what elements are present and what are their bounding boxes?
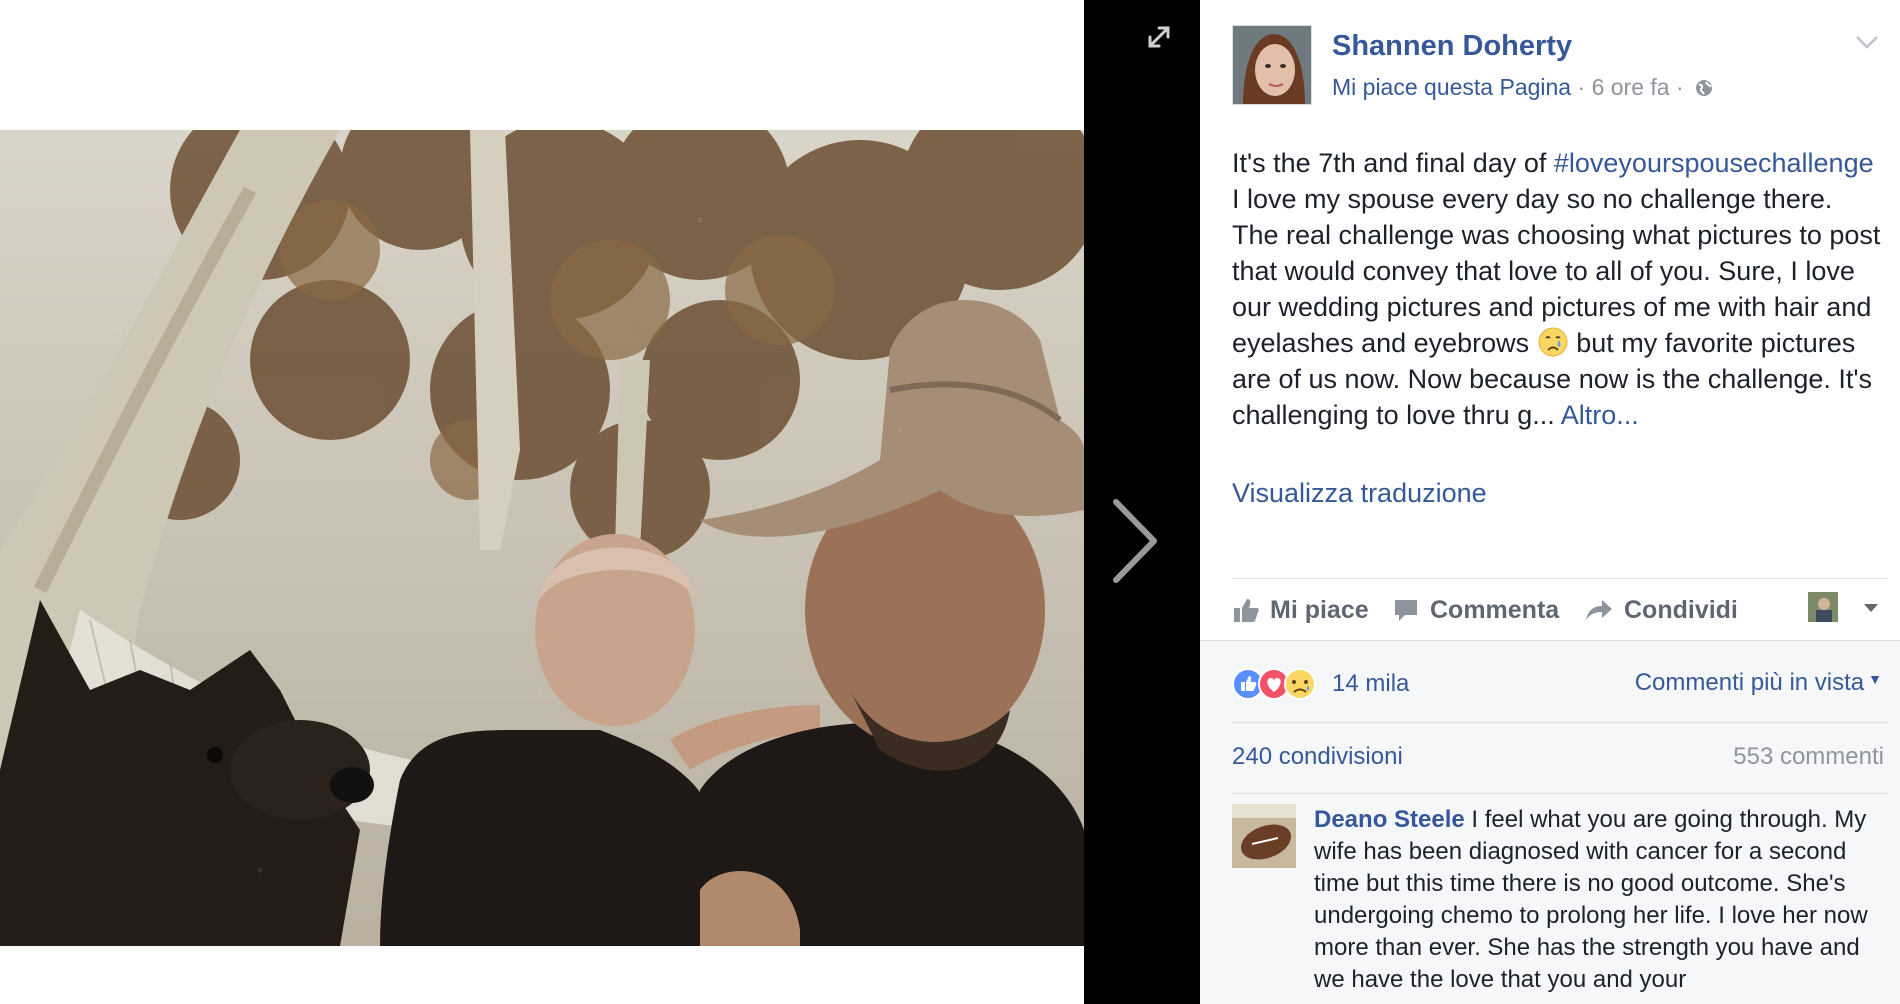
post-message: It's the 7th and final day of #loveyours… <box>1232 145 1882 433</box>
expand-arrows-icon[interactable] <box>1146 24 1172 50</box>
share-button[interactable]: Condividi <box>1584 588 1738 632</box>
reactions-summary[interactable]: 14 mila <box>1232 665 1409 703</box>
globe-icon[interactable] <box>1694 78 1714 98</box>
comments-sort-dropdown[interactable]: Commenti più in vista ▼ <box>1635 669 1882 697</box>
comment-bubble-icon <box>1395 600 1417 621</box>
like-button[interactable]: Mi piace <box>1232 588 1369 632</box>
commenter-avatar[interactable] <box>1232 804 1296 868</box>
hashtag-link[interactable]: #loveyourspousechallenge <box>1554 148 1874 178</box>
page-avatar[interactable] <box>1232 25 1312 105</box>
meta-separator: · <box>1675 74 1684 100</box>
post-text-part: It's the 7th and final day of <box>1232 148 1554 178</box>
chevron-right-icon[interactable] <box>1108 496 1160 586</box>
avatar-portrait <box>1233 26 1311 104</box>
photo-viewer <box>0 0 1084 1004</box>
see-translation-link[interactable]: Visualizza traduzione <box>1232 478 1487 509</box>
reaction-icons-svg <box>1232 668 1316 700</box>
post-photo[interactable] <box>0 130 1084 946</box>
like-button-label: Mi piace <box>1270 595 1369 624</box>
comments-sort-label: Commenti più in vista <box>1634 669 1865 696</box>
comment-author-link[interactable]: Deano Steele <box>1314 806 1465 833</box>
like-page-link[interactable]: Mi piace questa Pagina <box>1332 74 1571 100</box>
comment-button-label: Commenta <box>1430 595 1560 624</box>
crying-face-emoji-icon <box>1538 327 1568 357</box>
reaction-sad-icon <box>1284 668 1316 700</box>
caret-down-icon: ▼ <box>1868 671 1882 687</box>
share-arrow-icon <box>1586 600 1612 620</box>
caret-down-icon[interactable] <box>1862 602 1880 614</box>
comment-button[interactable]: Commenta <box>1392 588 1559 632</box>
meta-separator: · <box>1577 74 1586 100</box>
page-name-link[interactable]: Shannen Doherty <box>1332 30 1572 63</box>
divider <box>1232 578 1888 579</box>
comments-count-link[interactable]: 553 commenti <box>1733 743 1884 771</box>
see-more-link[interactable]: Altro... <box>1561 400 1639 430</box>
share-button-label: Condividi <box>1624 595 1738 624</box>
comment-text: I feel what you are going through. My wi… <box>1314 806 1868 993</box>
divider <box>1232 722 1888 723</box>
commenter-avatar-image <box>1232 804 1296 868</box>
divider <box>1232 793 1888 794</box>
post-actions-bar: Mi piace Commenta Condividi <box>1232 588 1888 632</box>
chevron-down-icon[interactable] <box>1854 32 1880 52</box>
feedback-section: 14 mila Commenti più in vista ▼ 240 condi… <box>1200 640 1900 1004</box>
share-as-avatar[interactable] <box>1808 592 1838 622</box>
user-avatar-thumbnail <box>1808 592 1838 622</box>
reactions-count: 14 mila <box>1332 670 1410 697</box>
comment-body: Deano Steele I feel what you are going t… <box>1314 804 1874 996</box>
photo-illustration <box>0 130 1084 946</box>
comment-item: Deano Steele I feel what you are going t… <box>1232 804 1888 1004</box>
shares-count-link[interactable]: 240 condivisioni <box>1232 743 1403 771</box>
thumbs-up-icon <box>1234 599 1259 622</box>
post-meta: Mi piace questa Pagina · 6 ore fa · <box>1332 74 1714 101</box>
post-side-panel: Shannen Doherty Mi piace questa Pagina ·… <box>1200 0 1900 1004</box>
post-timestamp[interactable]: 6 ore fa <box>1592 74 1670 100</box>
reaction-icons <box>1232 667 1328 701</box>
